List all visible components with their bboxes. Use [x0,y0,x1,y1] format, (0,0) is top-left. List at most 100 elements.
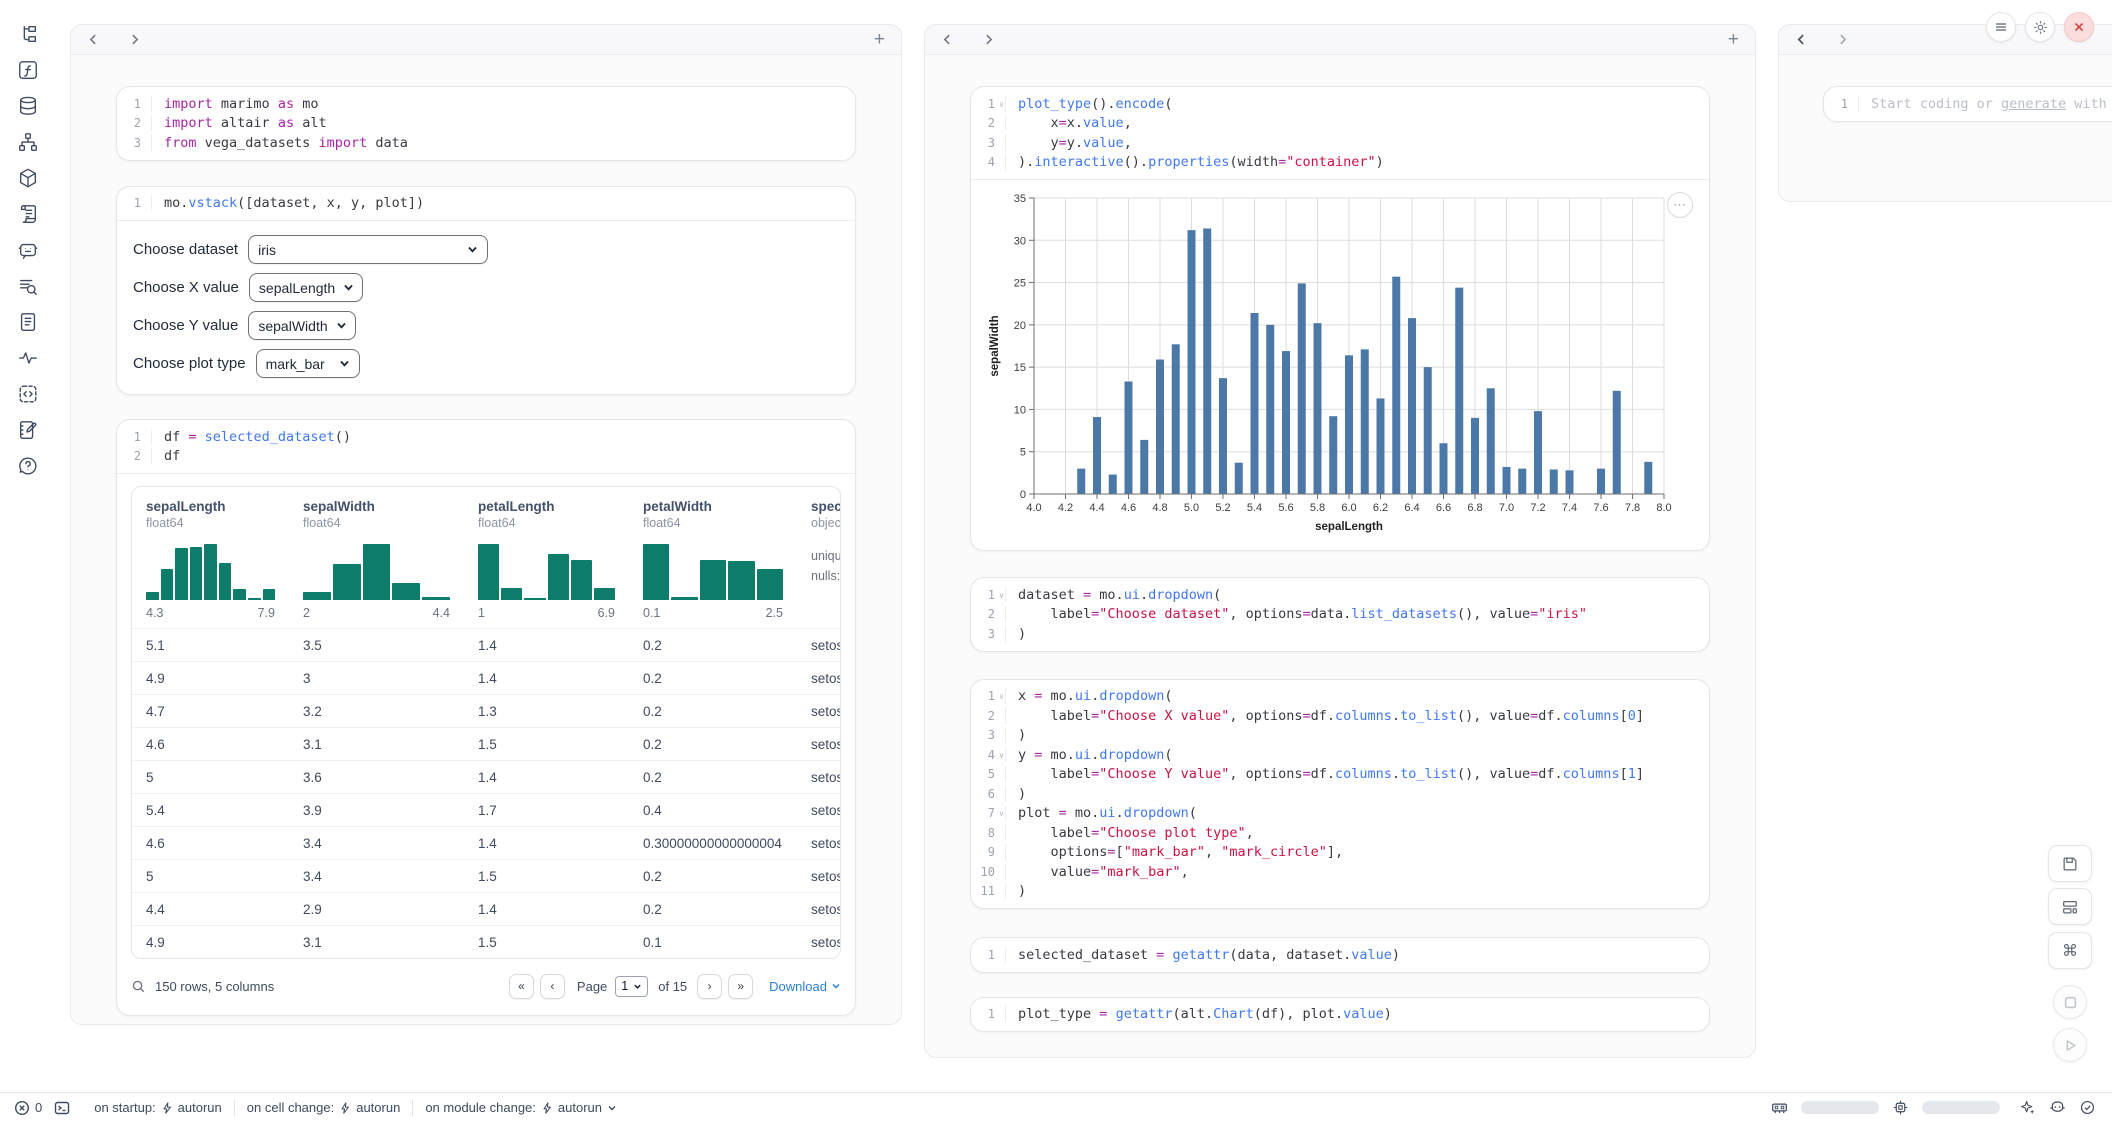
help-icon[interactable] [17,454,40,477]
tracebacks-icon[interactable] [17,274,40,297]
table-row[interactable]: 4.93.11.50.1setosa [132,925,840,958]
cell-dataset-dropdown[interactable]: 1∨dataset = mo.ui.dropdown(2 label="Choo… [970,577,1710,652]
table-row[interactable]: 4.63.41.40.30000000000000004setosa [132,826,840,859]
code-line[interactable]: 7∨plot = mo.ui.dropdown( [971,804,1709,824]
table-row[interactable]: 53.61.40.2setosa [132,760,840,793]
code-line[interactable]: 1mo.vstack([dataset, x, y, plot]) [117,194,855,214]
outline-icon[interactable] [17,382,40,405]
column-header-sepalWidth[interactable]: sepalWidthfloat6424.4 [289,499,464,620]
code-line[interactable]: 2 x=x.value, [971,114,1709,134]
code-line[interactable]: 3 y=y.value, [971,133,1709,153]
column-header-sepalLength[interactable]: sepalLengthfloat644.37.9 [132,499,289,620]
bar-chart[interactable]: 4.04.24.44.64.85.05.25.45.65.86.06.26.46… [986,188,1676,538]
column-header-petalWidth[interactable]: petalWidthfloat640.12.5 [629,499,797,620]
last-page-button[interactable]: » [728,974,753,999]
ai-chat-icon[interactable] [17,238,40,261]
dependency-graph-icon[interactable] [17,130,40,153]
cell-selected-dataset[interactable]: 1selected_dataset = getattr(data, datase… [970,937,1710,973]
code-line[interactable]: 6) [971,784,1709,804]
fold-chevron-icon[interactable]: ∨ [999,591,1004,600]
dropdown-select-mark_bar[interactable]: mark_bar [256,349,360,378]
code-line[interactable]: 3) [971,624,1709,644]
code-line[interactable]: 4).interactive().properties(width="conta… [971,153,1709,173]
datasources-icon[interactable] [17,94,40,117]
scroll-left-icon[interactable] [1795,33,1808,46]
cell-new-empty[interactable]: 1Start coding or generate with AI [1823,86,2112,122]
code-line[interactable]: 2 label="Choose X value", options=df.col… [971,706,1709,726]
code-line[interactable]: 1∨plot_type().encode( [971,94,1709,114]
dropdown-select-sepalWidth[interactable]: sepalWidth [248,311,356,340]
chart-actions-button[interactable]: ⋯ [1667,192,1693,218]
table-row[interactable]: 4.63.11.50.2setosa [132,727,840,760]
next-page-button[interactable]: › [697,974,722,999]
variables-icon[interactable] [17,58,40,81]
fold-chevron-icon[interactable]: ∨ [999,809,1004,818]
table-row[interactable]: 5.13.51.40.2setosa [132,628,840,661]
scroll-left-icon[interactable] [87,33,100,46]
page-select[interactable]: 1 [615,976,648,997]
code-line[interactable]: 1Start coding or generate with AI [1824,94,2112,114]
shutdown-button[interactable] [2064,12,2094,42]
code-line[interactable]: 8 label="Choose plot type", [971,823,1709,843]
layout-toggle-button[interactable] [2048,888,2092,925]
cell-dataframe[interactable]: 1df = selected_dataset()2df sepalLengthf… [116,419,856,1016]
chart-output[interactable]: ⋯ 4.04.24.44.64.85.05.25.45.65.86.06.26.… [971,179,1709,550]
fold-chevron-icon[interactable]: ∨ [999,692,1004,701]
on-cell-change-setting[interactable]: on cell change: autorun [247,1100,401,1115]
column-header-species[interactable]: speciesobjectuniquenulls: [797,499,840,620]
terminal-button[interactable] [54,1100,70,1116]
table-row[interactable]: 5.43.91.70.4setosa [132,793,840,826]
scroll-right-icon[interactable] [982,33,995,46]
keyboard-shortcuts-button[interactable]: ⌘ [2048,932,2092,969]
add-cell-button[interactable]: + [874,30,885,49]
prev-page-button[interactable]: ‹ [540,974,565,999]
cell-xy-plot-dropdowns[interactable]: 1∨x = mo.ui.dropdown(2 label="Choose X v… [970,679,1710,910]
code-line[interactable]: 11) [971,882,1709,902]
errors-indicator[interactable]: 0 [14,1100,42,1116]
scratchpad-icon[interactable] [17,418,40,441]
settings-button[interactable] [2025,12,2055,42]
snippets-icon[interactable] [17,346,40,369]
code-line[interactable]: 9 options=["mark_bar", "mark_circle"], [971,843,1709,863]
on-startup-setting[interactable]: on startup: autorun [94,1100,222,1115]
code-line[interactable]: 10 value="mark_bar", [971,862,1709,882]
scroll-right-icon[interactable] [128,33,141,46]
cell-vstack[interactable]: 1mo.vstack([dataset, x, y, plot]) Choose… [116,186,856,396]
code-line[interactable]: 5 label="Choose Y value", options=df.col… [971,765,1709,785]
cell-plot-encode[interactable]: 1∨plot_type().encode(2 x=x.value,3 y=y.v… [970,86,1710,551]
code-line[interactable]: 1import marimo as mo [117,94,855,114]
scroll-right-icon[interactable] [1836,33,1849,46]
code-line[interactable]: 1selected_dataset = getattr(data, datase… [971,945,1709,965]
first-page-button[interactable]: « [509,974,534,999]
notebook-menu-button[interactable] [1986,12,2016,42]
copilot-button[interactable] [2049,1099,2066,1116]
code-line[interactable]: 2 label="Choose dataset", options=data.l… [971,605,1709,625]
packages-icon[interactable] [17,166,40,189]
table-row[interactable]: 4.931.40.2setosa [132,661,840,694]
table-row[interactable]: 4.73.21.30.2setosa [132,694,840,727]
code-line[interactable]: 1∨x = mo.ui.dropdown( [971,687,1709,707]
logs-icon[interactable] [17,202,40,225]
fold-chevron-icon[interactable]: ∨ [999,751,1004,760]
code-line[interactable]: 1∨dataset = mo.ui.dropdown( [971,585,1709,605]
search-icon[interactable] [131,979,146,994]
run-button[interactable] [2053,1028,2087,1062]
scroll-left-icon[interactable] [941,33,954,46]
code-line[interactable]: 3) [971,726,1709,746]
dropdown-select-sepalLength[interactable]: sepalLength [249,273,363,302]
code-line[interactable]: 1plot_type = getattr(alt.Chart(df), plot… [971,1005,1709,1025]
documentation-icon[interactable] [17,310,40,333]
column-header-petalLength[interactable]: petalLengthfloat6416.9 [464,499,629,620]
code-line[interactable]: 2import altair as alt [117,114,855,134]
code-line[interactable]: 4∨y = mo.ui.dropdown( [971,745,1709,765]
code-line[interactable]: 2df [117,447,855,467]
add-cell-button[interactable]: + [1728,30,1739,49]
on-module-change-setting[interactable]: on module change: autorun [425,1100,617,1115]
ai-sparkle-button[interactable] [2019,1099,2036,1116]
cell-imports[interactable]: 1import marimo as mo2import altair as al… [116,86,856,161]
cell-plot-type[interactable]: 1plot_type = getattr(alt.Chart(df), plot… [970,997,1710,1033]
code-line[interactable]: 3from vega_datasets import data [117,133,855,153]
table-row[interactable]: 53.41.50.2setosa [132,859,840,892]
table-row[interactable]: 4.42.91.40.2setosa [132,892,840,925]
download-button[interactable]: Download [769,979,841,994]
